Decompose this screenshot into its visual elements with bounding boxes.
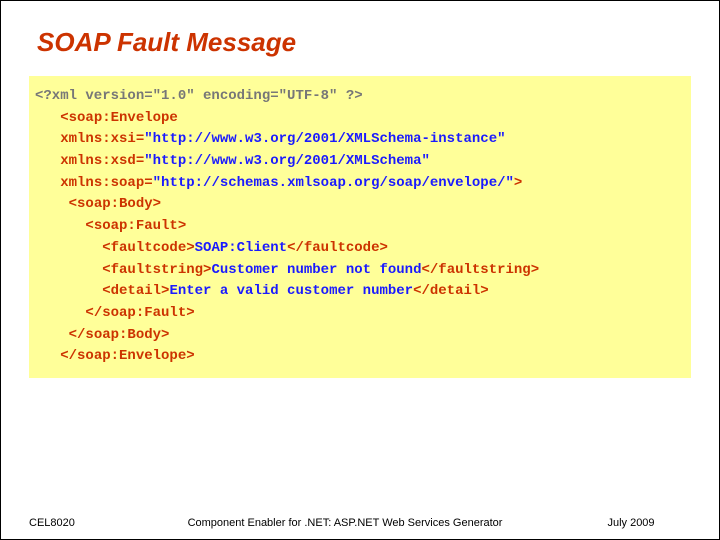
footer: CEL8020 Component Enabler for .NET: ASP.…: [1, 517, 719, 529]
slide-title: SOAP Fault Message: [37, 27, 691, 58]
detail-text: Enter a valid customer number: [169, 283, 413, 299]
faultcode-close: </faultcode>: [287, 240, 388, 256]
detail-open: <detail>: [102, 283, 169, 299]
faultstring-open: <faultstring>: [102, 262, 211, 278]
body-open: <soap:Body>: [69, 196, 161, 212]
attr-soap-name: xmlns:soap=: [60, 175, 152, 191]
faultstring-text: Customer number not found: [211, 262, 421, 278]
envelope-close: </soap:Envelope>: [60, 348, 194, 364]
footer-center: Component Enabler for .NET: ASP.NET Web …: [119, 517, 571, 529]
attr-xsd-value: "http://www.w3.org/2001/XMLSchema": [144, 153, 430, 169]
detail-close: </detail>: [413, 283, 489, 299]
body-close: </soap:Body>: [69, 327, 170, 343]
faultstring-close: </faultstring>: [421, 262, 539, 278]
slide: SOAP Fault Message <?xml version="1.0" e…: [0, 0, 720, 540]
attr-soap-value: "http://schemas.xmlsoap.org/soap/envelop…: [153, 175, 514, 191]
faultcode-text: SOAP:Client: [195, 240, 287, 256]
attr-xsd-name: xmlns:xsd=: [60, 153, 144, 169]
xml-prolog: <?xml version="1.0" encoding="UTF-8" ?>: [35, 88, 363, 104]
footer-right: July 2009: [571, 517, 719, 529]
code-block: <?xml version="1.0" encoding="UTF-8" ?> …: [29, 76, 691, 378]
attr-xsi-name: xmlns:xsi=: [60, 131, 144, 147]
fault-open: <soap:Fault>: [85, 218, 186, 234]
envelope-open: <soap:Envelope: [60, 110, 178, 126]
footer-left: CEL8020: [1, 517, 119, 529]
attr-xsi-value: "http://www.w3.org/2001/XMLSchema-instan…: [144, 131, 505, 147]
fault-close: </soap:Fault>: [85, 305, 194, 321]
faultcode-open: <faultcode>: [102, 240, 194, 256]
envelope-close-bracket: >: [514, 175, 522, 191]
